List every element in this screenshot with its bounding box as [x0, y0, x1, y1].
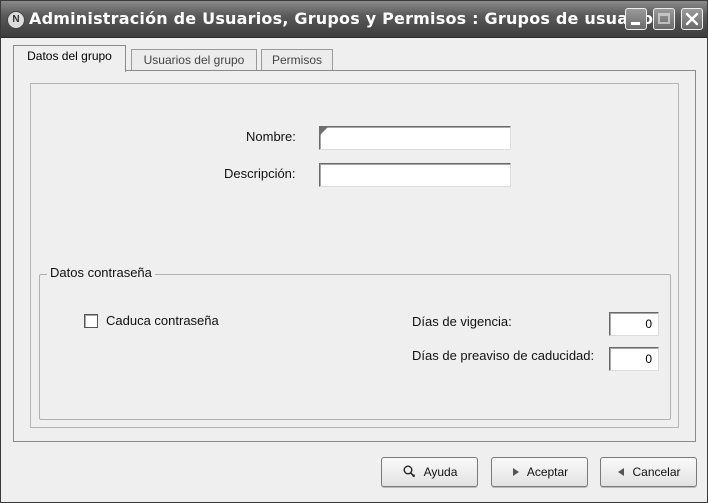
tab-permisos[interactable]: Permisos [261, 49, 333, 70]
back-arrow-icon [616, 467, 626, 477]
ayuda-label: Ayuda [423, 465, 458, 479]
close-button[interactable] [681, 8, 703, 30]
tab-datos-del-grupo[interactable]: Datos del grupo [13, 45, 126, 72]
tab-usuarios-del-grupo[interactable]: Usuarios del grupo [131, 49, 257, 70]
preaviso-input[interactable] [609, 347, 659, 371]
cancelar-label: Cancelar [632, 465, 681, 479]
close-icon [685, 12, 699, 26]
caduca-checkbox[interactable] [84, 314, 98, 328]
descripcion-label: Descripción: [224, 166, 296, 181]
nombre-label: Nombre: [246, 129, 296, 144]
nombre-field-wrap [319, 126, 511, 150]
maximize-button[interactable] [653, 8, 675, 30]
cancelar-button[interactable]: Cancelar [600, 457, 697, 487]
aceptar-label: Aceptar [526, 465, 569, 479]
aceptar-button[interactable]: Aceptar [491, 457, 588, 487]
title-bar[interactable]: N Administración de Usuarios, Grupos y P… [1, 1, 707, 38]
window-title: Administración de Usuarios, Grupos y Per… [29, 9, 663, 28]
minimize-button[interactable] [625, 8, 647, 30]
vigencia-input[interactable] [609, 312, 659, 336]
password-groupbox [39, 274, 671, 420]
caduca-label[interactable]: Caduca contraseña [106, 313, 219, 328]
vigencia-label: Días de vigencia: [412, 314, 512, 329]
preaviso-label: Días de preaviso de caducidad: [412, 348, 595, 363]
descripcion-input[interactable] [319, 163, 511, 187]
ayuda-button[interactable]: Ayuda [381, 457, 478, 487]
app-logo-icon: N [7, 11, 25, 29]
required-marker-icon [319, 126, 329, 136]
play-arrow-icon [511, 467, 521, 477]
dialog-window: N Administración de Usuarios, Grupos y P… [0, 0, 708, 503]
password-group-legend: Datos contraseña [47, 265, 155, 280]
nombre-input[interactable] [319, 126, 511, 150]
help-icon [402, 464, 418, 480]
